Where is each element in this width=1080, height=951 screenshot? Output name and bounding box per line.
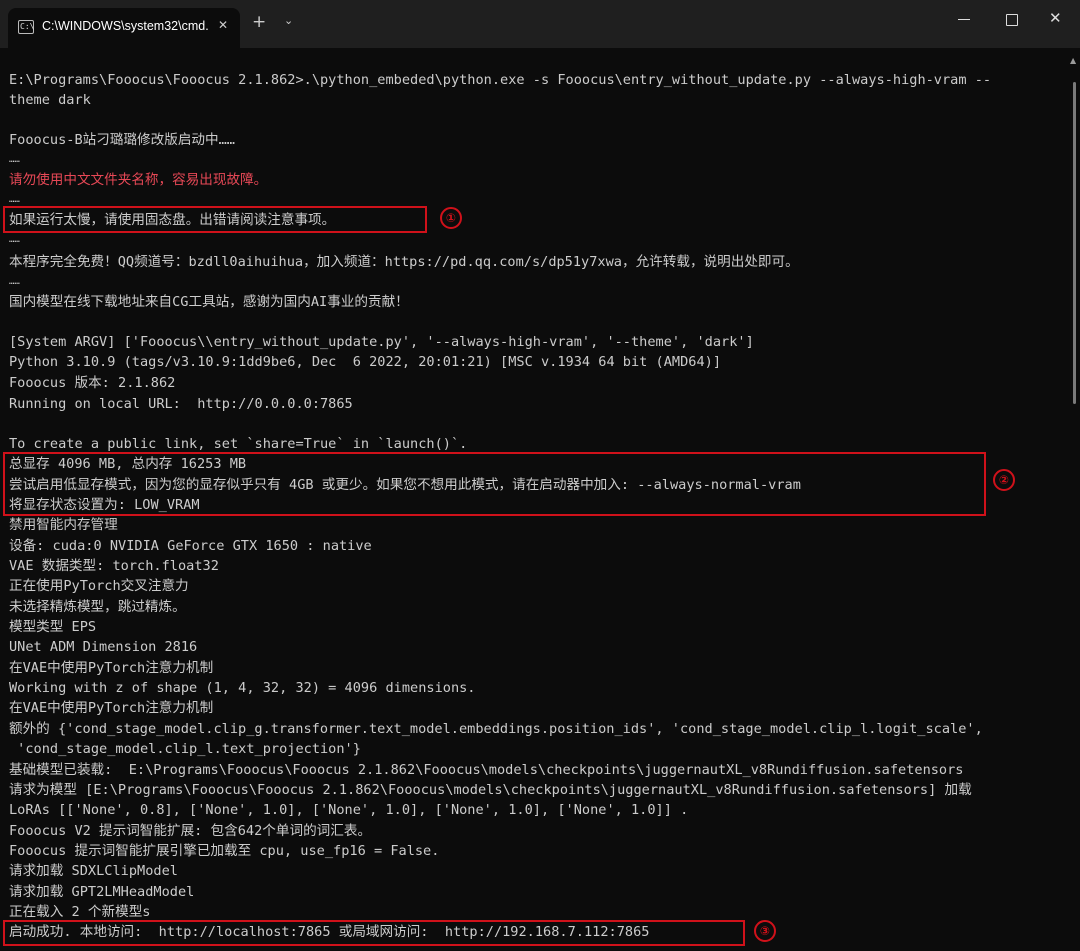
terminal-line: 请求加载 GPT2LMHeadModel [9, 884, 195, 900]
highlight-box-3 [3, 920, 745, 946]
terminal-line: 请求为模型 [E:\Programs\Fooocus\Fooocus 2.1.8… [9, 782, 972, 798]
terminal-line: 请求加载 SDXLClipModel [9, 863, 178, 879]
scroll-up-icon[interactable]: ▲ [1070, 56, 1076, 65]
terminal-line: 本程序完全免费！QQ频道号：bzdll0aihuihua，加入频道：https:… [9, 254, 799, 270]
minimize-button[interactable] [958, 12, 972, 26]
terminal-line: Fooocus V2 提示词智能扩展: 包含642个单词的词汇表。 [9, 823, 372, 839]
terminal-line: 模型类型 EPS [9, 619, 97, 635]
warning-line: 请勿使用中文文件夹名称，容易出现故障。 [9, 172, 268, 188]
terminal-line: 额外的 {'cond_stage_model.clip_g.transforme… [9, 721, 983, 737]
title-bar: C:\ C:\WINDOWS\system32\cmd. ✕ + ⌄ ✕ [0, 0, 1080, 48]
new-tab-button[interactable]: + [252, 12, 266, 32]
terminal-line: 设备: cuda:0 NVIDIA GeForce GTX 1650 : nat… [9, 538, 372, 554]
terminal-line: 国内模型在线下载地址来自CG工具站，感谢为国内AI事业的贡献！ [9, 294, 409, 310]
annotation-marker-1: ① [440, 207, 462, 229]
terminal-line: 'cond_stage_model.clip_l.text_projection… [9, 741, 361, 757]
close-window-button[interactable]: ✕ [1049, 9, 1062, 27]
terminal-line: VAE 数据类型: torch.float32 [9, 558, 219, 574]
chevron-down-icon[interactable]: ⌄ [284, 14, 293, 27]
terminal-line: 正在载入 2 个新模型s [9, 904, 151, 920]
cmd-icon: C:\ [18, 20, 34, 34]
terminal-line: 未选择精炼模型，跳过精炼。 [9, 599, 186, 615]
terminal-line: 正在使用PyTorch交叉注意力 [9, 578, 189, 594]
terminal-line: Python 3.10.9 (tags/v3.10.9:1dd9be6, Dec… [9, 354, 722, 370]
terminal-line: 禁用智能内存管理 [9, 517, 118, 533]
terminal-line: UNet ADM Dimension 2816 [9, 639, 198, 655]
terminal-line: Running on local URL: http://0.0.0.0:786… [9, 396, 353, 412]
highlight-box-1 [3, 206, 427, 233]
terminal-line: E:\Programs\Fooocus\Fooocus 2.1.862>.\py… [9, 72, 992, 88]
terminal-line: Fooocus-B站刁璐璐修改版启动中…… [9, 132, 235, 148]
scrollbar-thumb[interactable] [1073, 82, 1076, 404]
annotation-marker-3: ③ [754, 920, 776, 942]
tab-close-icon[interactable]: ✕ [218, 18, 228, 32]
tab-title: C:\WINDOWS\system32\cmd. [42, 19, 209, 33]
terminal-line: 基础模型已装载: E:\Programs\Fooocus\Fooocus 2.1… [9, 762, 964, 778]
terminal-line: Working with z of shape (1, 4, 32, 32) =… [9, 680, 476, 696]
terminal-line: 在VAE中使用PyTorch注意力机制 [9, 660, 214, 676]
highlight-box-2 [3, 452, 986, 516]
terminal-line: 在VAE中使用PyTorch注意力机制 [9, 700, 214, 716]
terminal-line: theme dark [9, 92, 91, 108]
annotation-marker-2: ② [993, 469, 1015, 491]
terminal-line: LoRAs [['None', 0.8], ['None', 1.0], ['N… [9, 802, 689, 818]
terminal-line: …… [9, 277, 20, 287]
terminal-line: …… [9, 235, 20, 245]
terminal-line: …… [9, 155, 20, 165]
terminal-line: [System ARGV] ['Fooocus\\entry_without_u… [9, 334, 754, 350]
terminal-line: Fooocus 版本: 2.1.862 [9, 375, 176, 391]
terminal-line: To create a public link, set `share=True… [9, 436, 468, 452]
terminal-tab[interactable]: C:\ C:\WINDOWS\system32\cmd. ✕ [8, 8, 240, 48]
terminal-line: Fooocus 提示词智能扩展引擎已加载至 cpu, use_fp16 = Fa… [9, 843, 440, 859]
maximize-button[interactable] [1006, 14, 1018, 26]
